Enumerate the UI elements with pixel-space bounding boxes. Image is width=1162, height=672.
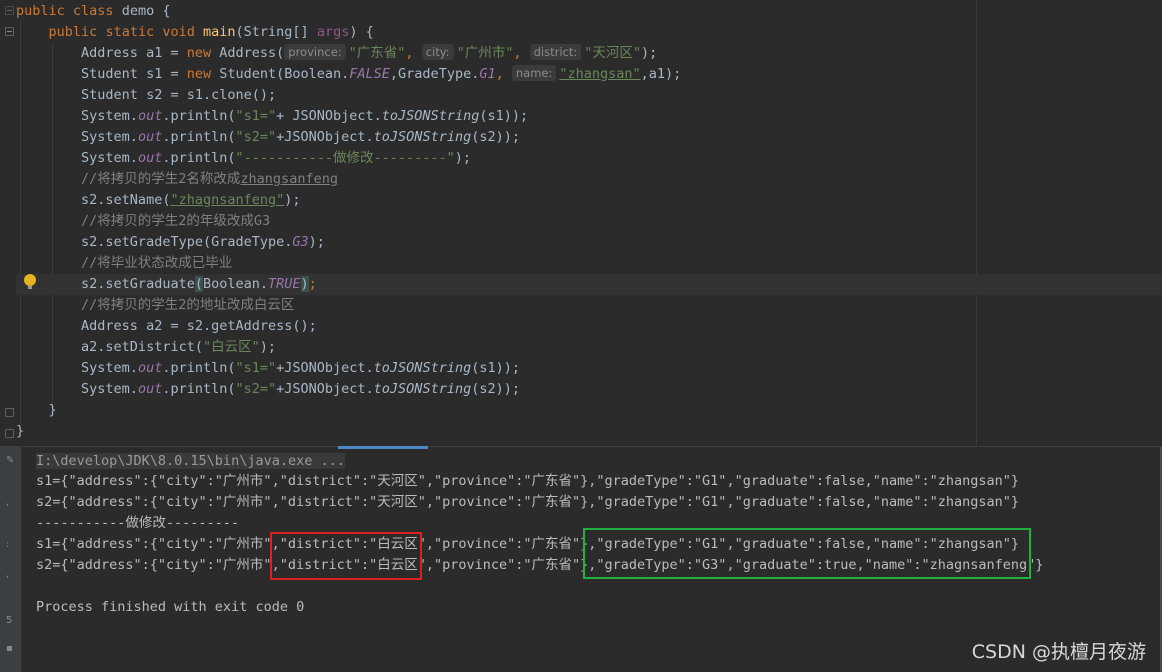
param-hint-district: district:: [529, 44, 582, 60]
code-line-13[interactable]: //将毕业状态改成已毕业: [16, 253, 232, 274]
param-hint-province: province:: [284, 44, 346, 60]
fold-marker-class-end[interactable]: [5, 429, 14, 438]
code-line-16[interactable]: Address a2 = s2.getAddress();: [16, 316, 317, 337]
code-line-8[interactable]: System.out.println("-----------做修改------…: [16, 148, 471, 169]
code-line-9[interactable]: //将拷贝的学生2名称改成zhangsanfeng: [16, 169, 338, 190]
run-console[interactable]: ✎ , : , 5 ▪ I:\develop\JDK\8.0.15\bin\ja…: [0, 446, 1162, 672]
console-exit-message: Process finished with exit code 0: [36, 599, 305, 615]
code-line-1[interactable]: public class demo {: [16, 1, 171, 22]
console-command-line: I:\develop\JDK\8.0.15\bin\java.exe ...: [36, 453, 345, 469]
param-hint-city: city:: [421, 44, 454, 60]
fold-toggle-class[interactable]: [5, 6, 14, 15]
fold-marker-main-end[interactable]: [5, 408, 14, 417]
tool-icon[interactable]: 5: [6, 615, 12, 626]
tool-icon[interactable]: ,: [6, 497, 9, 508]
wrench-icon[interactable]: ✎: [6, 455, 14, 466]
code-line-12[interactable]: s2.setGradeType(GradeType.G3);: [16, 232, 325, 253]
code-line-6[interactable]: System.out.println("s1="+ JSONObject.toJ…: [16, 106, 528, 127]
code-line-3[interactable]: Address a1 = new Address(province: "广东省",…: [16, 43, 657, 64]
right-margin-guide: [976, 0, 977, 446]
param-hint-name: name:: [511, 65, 557, 81]
red-highlight-box: [270, 532, 422, 580]
fold-toggle-main[interactable]: [5, 27, 14, 36]
code-line-15[interactable]: //将拷贝的学生2的地址改成白云区: [16, 295, 294, 316]
tool-icon[interactable]: ,: [6, 569, 9, 580]
code-line-7[interactable]: System.out.println("s2="+JSONObject.toJS…: [16, 127, 520, 148]
editor-gutter[interactable]: [0, 0, 16, 446]
code-editor[interactable]: public class demo { public static void m…: [0, 0, 1162, 446]
console-output-line: -----------做修改---------: [36, 515, 240, 531]
green-highlight-box: [583, 528, 1031, 579]
watermark: CSDN @执檀月夜游: [971, 641, 1146, 663]
code-line-2[interactable]: public static void main(String[] args) {: [16, 22, 374, 43]
code-line-4[interactable]: Student s1 = new Student(Boolean.FALSE,G…: [16, 64, 681, 85]
code-line-11[interactable]: //将拷贝的学生2的年级改成G3: [16, 211, 270, 232]
console-output-line: s1={"address":{"city":"广州市","district":"…: [36, 473, 1020, 489]
console-toolbar: ✎ , : , 5 ▪: [0, 447, 20, 672]
code-line-10[interactable]: s2.setName("zhagnsanfeng");: [16, 190, 300, 211]
code-line-18[interactable]: System.out.println("s1="+JSONObject.toJS…: [16, 358, 520, 379]
tool-icon[interactable]: :: [6, 539, 9, 550]
code-line-14[interactable]: s2.setGraduate(Boolean.TRUE);: [16, 274, 317, 295]
code-line-21[interactable]: }: [16, 421, 24, 442]
code-line-20[interactable]: }: [16, 400, 57, 421]
code-line-17[interactable]: a2.setDistrict("白云区");: [16, 337, 276, 358]
code-line-5[interactable]: Student s2 = s1.clone();: [16, 85, 276, 106]
tool-icon[interactable]: ▪: [6, 643, 13, 654]
console-output-line: s2={"address":{"city":"广州市","district":"…: [36, 494, 1020, 510]
code-line-19[interactable]: System.out.println("s2="+JSONObject.toJS…: [16, 379, 520, 400]
